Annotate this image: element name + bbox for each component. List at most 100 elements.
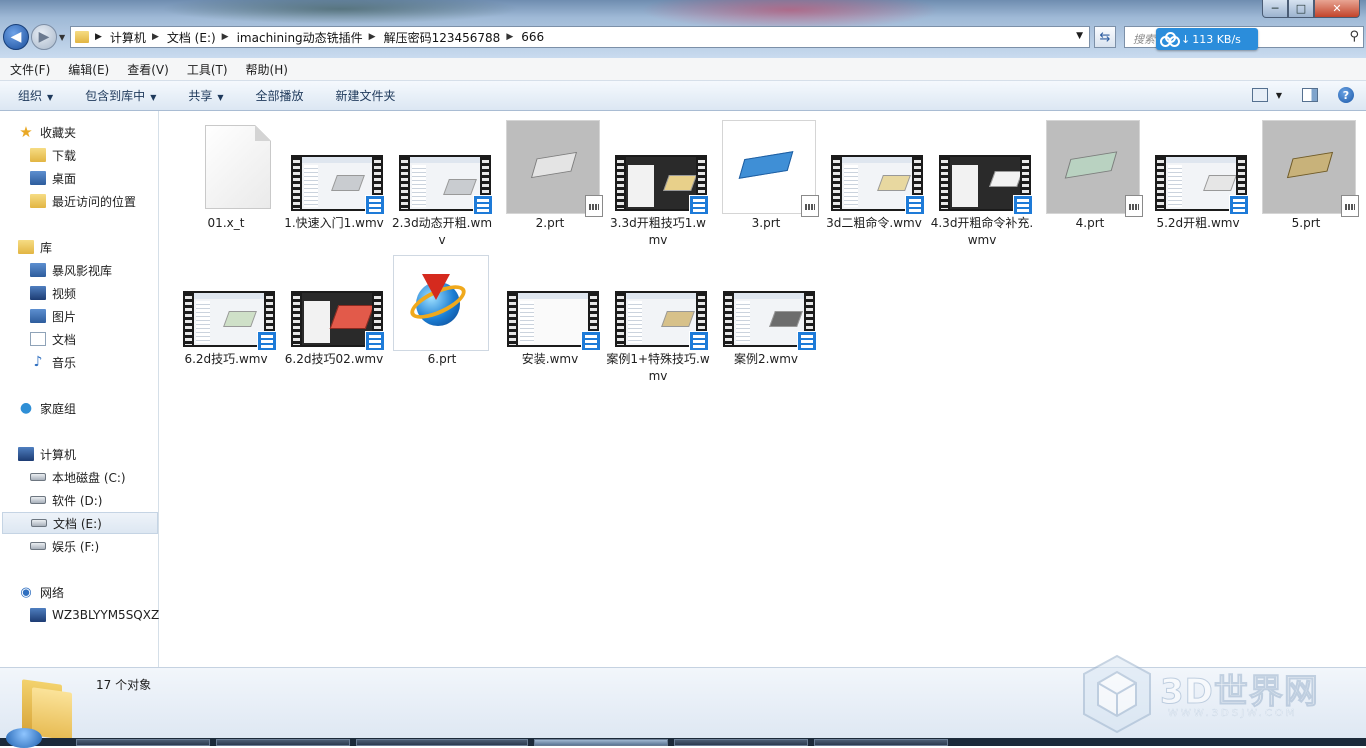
nav-network[interactable]: ◉ 网络	[18, 581, 64, 603]
new-folder-button[interactable]: 新建文件夹	[318, 87, 410, 104]
breadcrumb-drive-e[interactable]: 文档 (E:) ▶	[167, 29, 237, 46]
nav-pictures[interactable]: 图片	[30, 305, 76, 327]
nav-downloads[interactable]: 下载	[30, 144, 76, 166]
refresh-button[interactable]: ⇆	[1094, 26, 1116, 48]
video-thumbnail	[831, 155, 925, 215]
forward-arrow-icon: ▶	[38, 29, 50, 45]
file-item[interactable]: 4.3d开粗命令补充.wmv	[929, 111, 1035, 247]
nav-computer[interactable]: 计算机	[18, 443, 76, 465]
nav-music[interactable]: ♪ 音乐	[30, 351, 76, 373]
organize-button[interactable]: 组织 ▼	[0, 87, 67, 104]
close-button[interactable]: ✕	[1314, 0, 1360, 18]
video-file-icon	[581, 331, 601, 351]
file-item[interactable]: 5.prt	[1253, 111, 1359, 241]
command-toolbar: 组织 ▼ 包含到库中 ▼ 共享 ▼ 全部播放 新建文件夹 ▼ ?	[0, 80, 1366, 111]
nav-favorites[interactable]: ★ 收藏夹	[18, 121, 76, 143]
nav-documents[interactable]: 文档	[30, 328, 76, 350]
nav-drive-d[interactable]: 软件 (D:)	[30, 489, 102, 511]
drive-icon	[30, 473, 46, 481]
nav-videos[interactable]: 视频	[30, 282, 76, 304]
address-dropdown-icon[interactable]: ▼	[1076, 31, 1083, 41]
video-thumbnail	[723, 291, 817, 351]
homegroup-icon: ●	[19, 400, 33, 416]
recent-pages-dropdown[interactable]: ▼	[59, 33, 65, 42]
nav-recent-places[interactable]: 最近访问的位置	[30, 190, 136, 212]
menu-help[interactable]: 帮助(H)	[236, 61, 296, 78]
nav-drive-c[interactable]: 本地磁盘 (C:)	[30, 466, 126, 488]
cad-app-icon	[393, 255, 489, 351]
title-bar: ─ □ ✕ ◀ ▶ ▼ ▶ 计算机 ▶ 文档 (E:) ▶ imachining动态…	[0, 0, 1366, 58]
file-item[interactable]: 案例1+特殊技巧.wmv	[605, 247, 711, 383]
video-file-icon	[905, 195, 925, 215]
preview-pane-icon[interactable]	[1302, 88, 1318, 102]
file-name: 5.2d开粗.wmv	[1156, 216, 1240, 230]
address-bar[interactable]: ▶ 计算机 ▶ 文档 (E:) ▶ imachining动态铣插件 ▶ 解压密码123…	[70, 26, 1090, 48]
forward-button[interactable]: ▶	[31, 24, 57, 50]
include-in-library-button[interactable]: 包含到库中 ▼	[67, 87, 170, 104]
back-button[interactable]: ◀	[3, 24, 29, 50]
file-item[interactable]: 6.prt	[389, 247, 495, 377]
file-item[interactable]: 01.x_t	[173, 111, 279, 241]
documents-icon	[30, 332, 46, 346]
file-item[interactable]: 2.prt	[497, 111, 603, 241]
menu-view[interactable]: 查看(V)	[117, 61, 177, 78]
download-speed-badge[interactable]: ↓ 113 KB/s	[1156, 28, 1258, 50]
nav-drive-e[interactable]: 文档 (E:)	[2, 512, 158, 534]
play-all-button[interactable]: 全部播放	[238, 87, 318, 104]
chevron-right-icon: ▶	[221, 32, 229, 42]
taskbar-button[interactable]	[356, 739, 528, 746]
file-name: 01.x_t	[207, 216, 245, 230]
breadcrumb-imachining[interactable]: imachining动态铣插件 ▶	[237, 29, 384, 46]
video-file-icon	[797, 331, 817, 351]
breadcrumb-password-folder[interactable]: 解压密码123456788 ▶	[384, 29, 522, 46]
file-item[interactable]: 6.2d技巧02.wmv	[281, 247, 387, 377]
file-name: 3.prt	[751, 216, 781, 230]
file-item[interactable]: 5.2d开粗.wmv	[1145, 111, 1251, 241]
file-item[interactable]: 3d二粗命令.wmv	[821, 111, 927, 241]
taskbar-button[interactable]	[674, 739, 808, 746]
taskbar-button[interactable]	[814, 739, 948, 746]
file-item[interactable]: 4.prt	[1037, 111, 1143, 241]
chevron-down-icon: ▼	[150, 93, 157, 102]
video-thumbnail	[399, 155, 493, 215]
nav-storm-library[interactable]: 暴风影视库	[30, 259, 112, 281]
video-thumbnail	[1155, 155, 1249, 215]
taskbar-button-active[interactable]	[534, 739, 668, 746]
music-icon: ♪	[33, 354, 43, 370]
breadcrumb-666[interactable]: 666	[521, 30, 544, 44]
share-button[interactable]: 共享 ▼	[170, 87, 237, 104]
taskbar-button[interactable]	[76, 739, 210, 746]
chevron-right-icon: ▶	[506, 32, 514, 42]
computer-icon	[18, 447, 34, 461]
help-icon[interactable]: ?	[1338, 87, 1354, 103]
file-item[interactable]: 1.快速入门1.wmv	[281, 111, 387, 241]
change-view-button[interactable]: ▼	[1251, 88, 1282, 102]
breadcrumb-computer[interactable]: 计算机 ▶	[110, 29, 167, 46]
minimize-button[interactable]: ─	[1262, 0, 1288, 18]
file-item[interactable]: 3.prt	[713, 111, 819, 241]
file-item[interactable]: 安装.wmv	[497, 247, 603, 377]
part-thumbnail	[507, 121, 603, 217]
nav-homegroup[interactable]: ● 家庭组	[18, 397, 76, 419]
nav-network-pc[interactable]: WZ3BLYYM5SQXZ	[30, 604, 159, 626]
search-icon[interactable]: ⚲	[1349, 29, 1359, 44]
start-button[interactable]	[6, 728, 42, 748]
folder-icon	[22, 676, 74, 741]
file-item[interactable]: 案例2.wmv	[713, 247, 819, 377]
menu-file[interactable]: 文件(F)	[0, 61, 58, 78]
video-thumbnail	[507, 291, 601, 351]
file-item[interactable]: 2.3d动态开粗.wmv	[389, 111, 495, 247]
part-thumbnail	[723, 121, 819, 217]
nav-drive-f[interactable]: 娱乐 (F:)	[30, 535, 99, 557]
file-list: 01.x_t 1.快速入门1.wmv 2.3d动态开粗.wmv 2.prt 3.…	[159, 111, 1366, 667]
nav-libraries[interactable]: 库	[18, 236, 52, 258]
file-item[interactable]: 6.2d技巧.wmv	[173, 247, 279, 377]
file-item[interactable]: 3.3d开粗技巧1.wmv	[605, 111, 711, 247]
maximize-button[interactable]: □	[1288, 0, 1314, 18]
video-file-icon	[689, 195, 709, 215]
menu-edit[interactable]: 编辑(E)	[58, 61, 117, 78]
menu-tools[interactable]: 工具(T)	[177, 61, 236, 78]
taskbar-button[interactable]	[216, 739, 350, 746]
menu-bar: 文件(F) 编辑(E) 查看(V) 工具(T) 帮助(H)	[0, 58, 1366, 80]
nav-desktop[interactable]: 桌面	[30, 167, 76, 189]
